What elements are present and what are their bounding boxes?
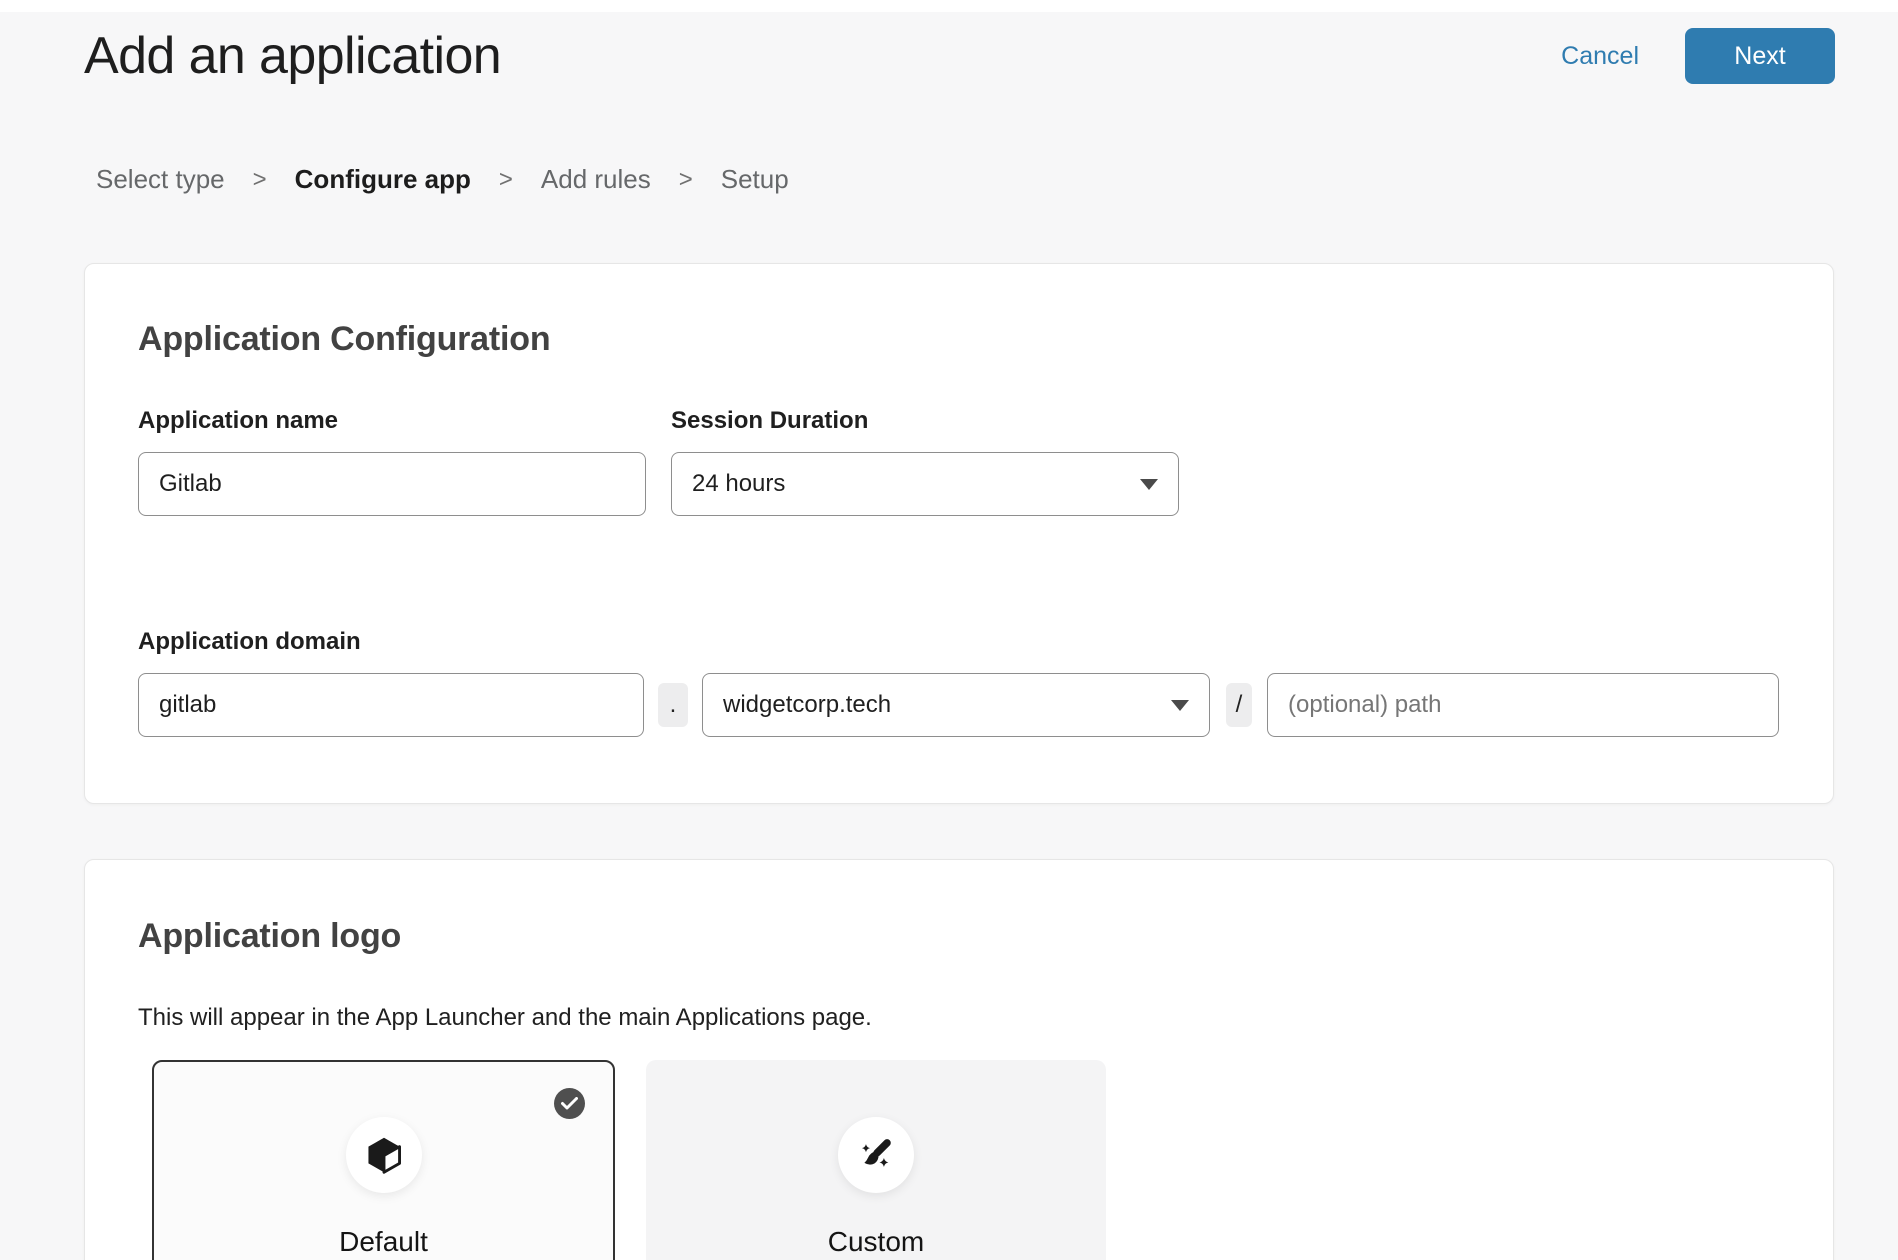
chevron-down-icon: [1171, 700, 1189, 711]
cancel-button[interactable]: Cancel: [1561, 42, 1639, 71]
check-icon: [561, 1097, 578, 1110]
path-input[interactable]: [1267, 673, 1779, 737]
chevron-down-icon: [1140, 479, 1158, 490]
header-actions: Cancel Next: [1561, 28, 1835, 84]
application-configuration-card: Application Configuration Application na…: [84, 263, 1834, 804]
breadcrumb-step-add-rules[interactable]: Add rules: [541, 164, 651, 195]
page-header: Add an application Cancel Next: [0, 12, 1898, 90]
application-name-input[interactable]: [138, 452, 646, 516]
breadcrumb-separator: >: [679, 166, 693, 194]
session-duration-label: Session Duration: [671, 407, 1179, 435]
selected-check-badge: [554, 1088, 585, 1119]
dot-separator-badge: .: [658, 683, 688, 727]
application-configuration-heading: Application Configuration: [138, 320, 1779, 359]
domain-select[interactable]: widgetcorp.tech: [702, 673, 1210, 737]
default-option-label: Default: [339, 1226, 428, 1258]
top-white-strip: [0, 0, 1898, 12]
application-name-field-group: Application name: [138, 407, 646, 516]
breadcrumb-separator: >: [253, 166, 267, 194]
domain-selected-value: widgetcorp.tech: [723, 691, 891, 719]
paintbrush-icon: [857, 1136, 895, 1174]
logo-option-default[interactable]: Default: [152, 1060, 615, 1260]
default-logo-circle: [346, 1117, 422, 1193]
application-logo-description: This will appear in the App Launcher and…: [138, 1004, 1779, 1032]
cube-icon: [364, 1135, 404, 1175]
application-name-label: Application name: [138, 407, 646, 435]
session-duration-selected-value: 24 hours: [692, 470, 785, 498]
logo-option-custom[interactable]: Custom: [646, 1060, 1106, 1260]
session-duration-field-group: Session Duration 24 hours: [671, 407, 1179, 516]
session-duration-select[interactable]: 24 hours: [671, 452, 1179, 516]
breadcrumb-step-setup[interactable]: Setup: [721, 164, 789, 195]
application-logo-heading: Application logo: [138, 917, 1779, 956]
slash-separator-badge: /: [1226, 683, 1252, 727]
application-logo-card: Application logo This will appear in the…: [84, 859, 1834, 1260]
breadcrumb: Select type > Configure app > Add rules …: [96, 164, 1898, 195]
next-button[interactable]: Next: [1685, 28, 1835, 84]
custom-option-label: Custom: [828, 1226, 924, 1258]
page-title: Add an application: [84, 26, 501, 86]
logo-option-tiles: Default Custom: [152, 1060, 1779, 1260]
custom-logo-circle: [838, 1117, 914, 1193]
breadcrumb-step-configure-app[interactable]: Configure app: [295, 164, 471, 195]
breadcrumb-separator: >: [499, 166, 513, 194]
name-duration-row: Application name Session Duration 24 hou…: [138, 407, 1779, 516]
application-domain-label: Application domain: [138, 628, 1779, 656]
subdomain-input[interactable]: [138, 673, 644, 737]
breadcrumb-step-select-type[interactable]: Select type: [96, 164, 225, 195]
application-domain-row: . widgetcorp.tech /: [138, 673, 1779, 737]
